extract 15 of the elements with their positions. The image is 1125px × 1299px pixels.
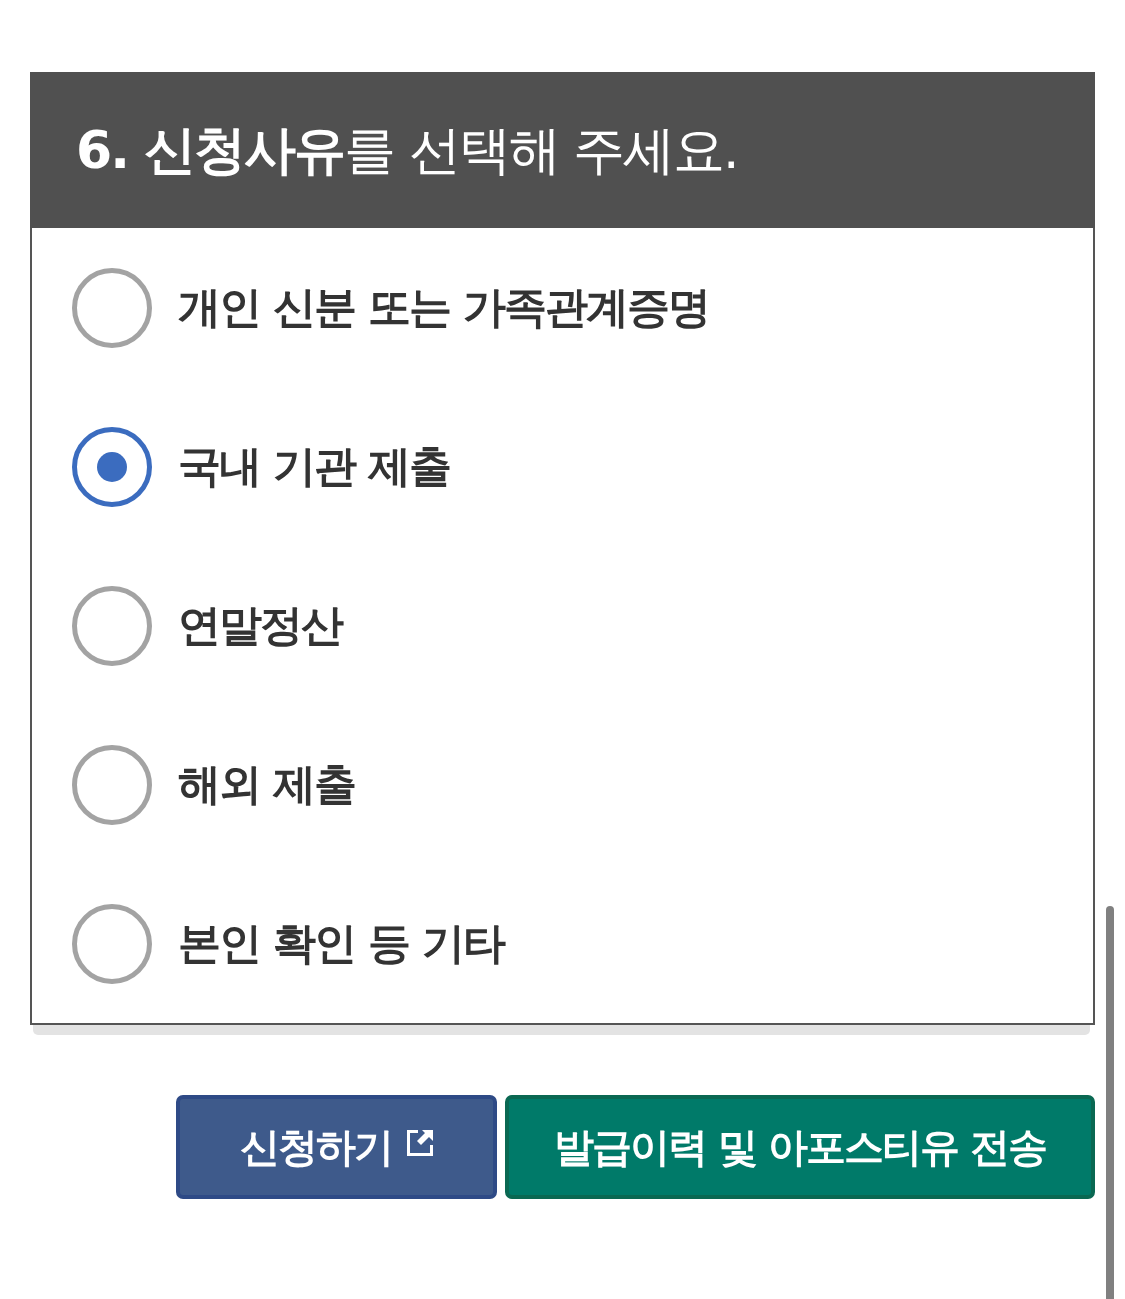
section-title: 6. 신청사유를 선택해 주세요. [76, 118, 738, 182]
radio-button[interactable] [72, 267, 152, 348]
option-label[interactable]: 해외 제출 [178, 755, 355, 814]
scrollbar[interactable] [1106, 906, 1114, 1299]
radio-button[interactable] [72, 903, 152, 984]
radio-button[interactable] [72, 744, 152, 825]
radio-button[interactable] [72, 426, 152, 507]
option-label[interactable]: 연말정산 [178, 596, 342, 655]
apply-button[interactable]: 신청하기 [176, 1095, 497, 1199]
option-label[interactable]: 국내 기관 제출 [178, 437, 450, 496]
send-button[interactable]: 발급이력 및 아포스티유 전송 [505, 1095, 1095, 1199]
external-link-icon [405, 1129, 434, 1157]
option-label[interactable]: 본인 확인 등 기타 [178, 914, 504, 973]
option-label[interactable]: 개인 신분 또는 가족관계증명 [178, 278, 709, 337]
radio-button[interactable] [72, 585, 152, 666]
